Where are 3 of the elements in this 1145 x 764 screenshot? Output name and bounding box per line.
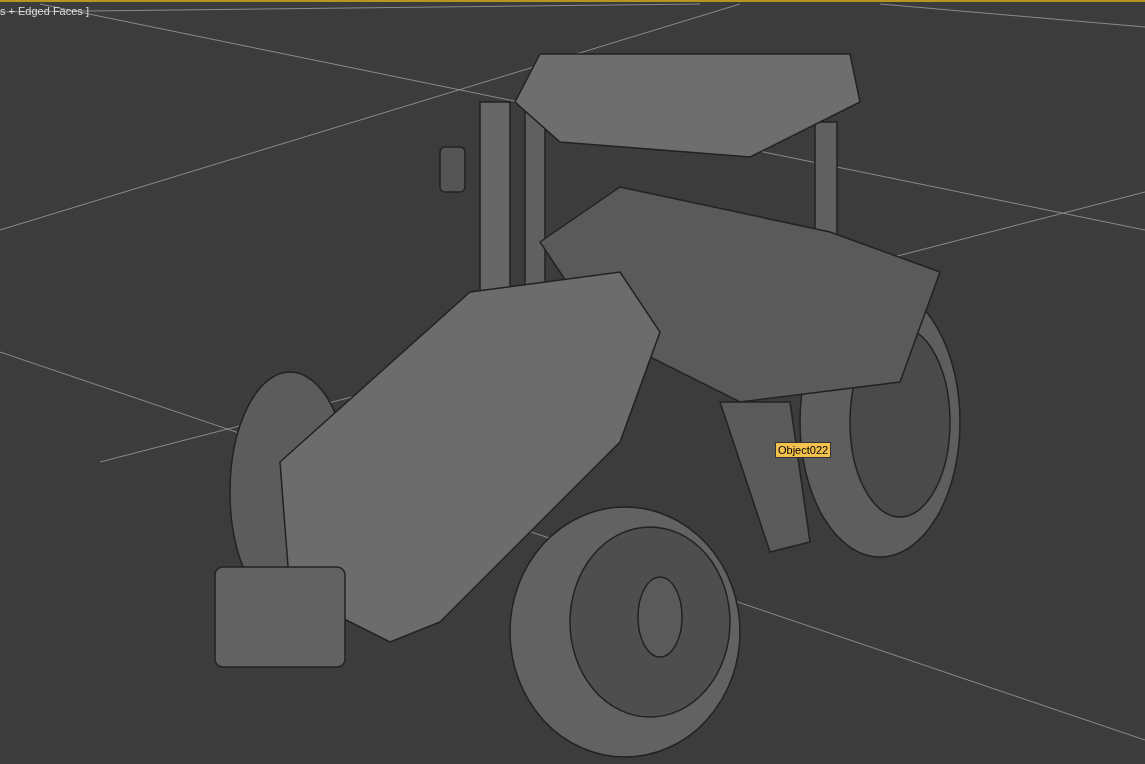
viewport-label[interactable]: s + Edged Faces ] <box>0 4 89 18</box>
object-tooltip: Object022 <box>775 442 832 458</box>
viewport[interactable]: s + Edged Faces ] Object022 <box>0 0 1145 764</box>
